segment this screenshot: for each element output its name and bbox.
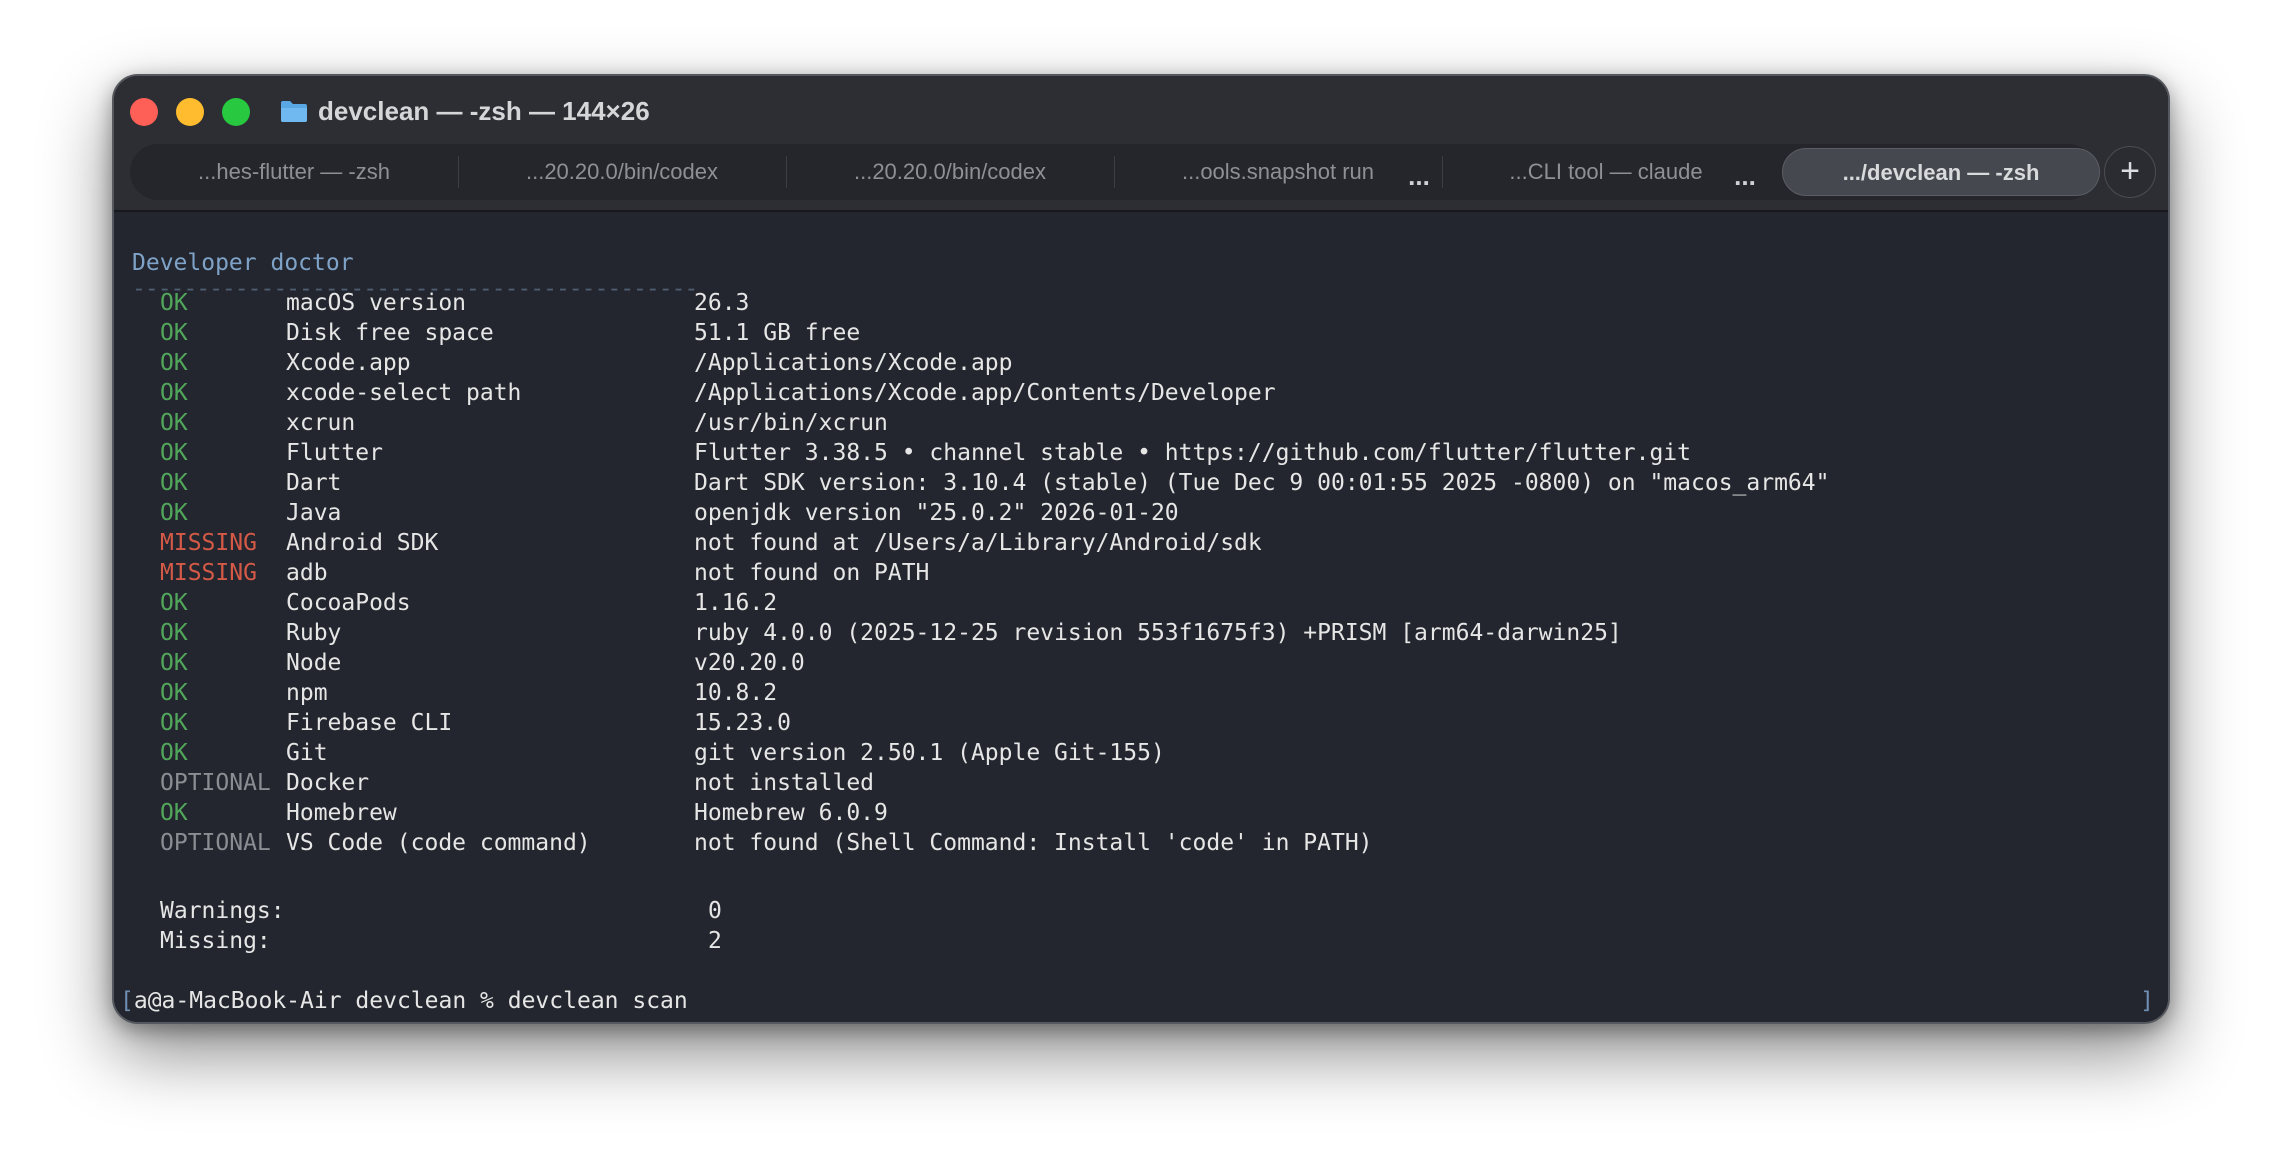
check-status: OK: [160, 350, 188, 376]
check-status: OK: [160, 650, 188, 676]
check-value: /Applications/Xcode.app: [694, 350, 1013, 376]
check-status: OK: [160, 710, 188, 736]
terminal-output[interactable]: Developer doctor -----------------------…: [114, 212, 2168, 1022]
check-status: MISSING: [160, 530, 257, 556]
check-value: not installed: [694, 770, 875, 796]
check-status: MISSING: [160, 560, 257, 586]
check-name: Ruby: [286, 620, 342, 646]
check-value: 1.16.2: [694, 590, 778, 616]
check-status: OK: [160, 470, 188, 496]
check-name: Java: [286, 500, 342, 526]
check-name: Xcode.app: [286, 350, 411, 376]
check-name: Android SDK: [286, 530, 439, 556]
tab-hes-flutter[interactable]: ...hes-flutter — -zsh: [130, 144, 458, 200]
check-status: OK: [160, 620, 188, 646]
check-status: OPTIONAL: [160, 770, 271, 796]
check-value: not found at /Users/a/Library/Android/sd…: [694, 530, 1262, 556]
check-value: /usr/bin/xcrun: [694, 410, 888, 436]
check-name: Disk free space: [286, 320, 494, 346]
check-name: Firebase CLI: [286, 710, 453, 736]
check-value: /Applications/Xcode.app/Contents/Develop…: [694, 380, 1276, 406]
prompt-command: a@a-MacBook-Air devclean % devclean scan: [133, 988, 688, 1014]
check-status: OK: [160, 590, 188, 616]
minimize-button[interactable]: [176, 98, 204, 126]
check-name: Docker: [286, 770, 370, 796]
shell-prompt[interactable]: [a@a-MacBook-Air devclean % devclean sca…: [120, 986, 688, 1016]
close-button[interactable]: [130, 98, 158, 126]
check-value: git version 2.50.1 (Apple Git-155): [694, 740, 1165, 766]
check-status: OK: [160, 680, 188, 706]
check-value: openjdk version "25.0.2" 2026-01-20: [694, 500, 1179, 526]
check-status: OK: [160, 500, 188, 526]
tab-bar: ...hes-flutter — -zsh ...20.20.0/bin/cod…: [130, 144, 2100, 200]
prompt-bracket-left: [: [120, 988, 134, 1014]
check-value: Dart SDK version: 3.10.4 (stable) (Tue D…: [694, 470, 1830, 496]
tab-devclean-active[interactable]: .../devclean — -zsh: [1782, 148, 2100, 196]
window-title: devclean — -zsh — 144×26: [318, 96, 650, 126]
check-status: OK: [160, 290, 188, 316]
terminal-window: devclean — -zsh — 144×26 ...hes-flutter …: [112, 74, 2170, 1024]
check-value: 15.23.0: [694, 710, 791, 736]
title-bar: devclean — -zsh — 144×26 ...hes-flutter …: [114, 76, 2168, 210]
check-value: Flutter 3.38.5 • channel stable • https:…: [694, 440, 1691, 466]
missing-value: 2: [708, 928, 722, 954]
check-name: Flutter: [286, 440, 383, 466]
check-name: CocoaPods: [286, 590, 411, 616]
check-status: OK: [160, 740, 188, 766]
tab-overflow-icon[interactable]: ...: [1404, 148, 1434, 204]
check-status: OPTIONAL: [160, 830, 271, 856]
check-name: Git: [286, 740, 328, 766]
tab-claude[interactable]: ...CLI tool — claude: [1442, 144, 1770, 200]
prompt-bracket-right: ]: [2140, 988, 2154, 1014]
zoom-button[interactable]: [222, 98, 250, 126]
check-name: Dart: [286, 470, 342, 496]
check-name: VS Code (code command): [286, 830, 591, 856]
warnings-label: Warnings:: [160, 898, 285, 924]
tab-codex-1[interactable]: ...20.20.0/bin/codex: [458, 144, 786, 200]
tab-overflow-icon[interactable]: ...: [1730, 148, 1760, 204]
check-name: Homebrew: [286, 800, 397, 826]
check-value: Homebrew 6.0.9: [694, 800, 888, 826]
check-value: not found (Shell Command: Install 'code'…: [694, 830, 1373, 856]
check-name: adb: [286, 560, 328, 586]
check-value: 51.1 GB free: [694, 320, 861, 346]
warnings-value: 0: [708, 898, 722, 924]
check-name: Node: [286, 650, 342, 676]
check-value: 26.3: [694, 290, 750, 316]
check-value: not found on PATH: [694, 560, 930, 586]
new-tab-button[interactable]: +: [2104, 146, 2156, 198]
check-status: OK: [160, 800, 188, 826]
check-name: npm: [286, 680, 328, 706]
tab-snapshot-run[interactable]: ...ools.snapshot run: [1114, 144, 1442, 200]
check-value: v20.20.0: [694, 650, 805, 676]
check-status: OK: [160, 440, 188, 466]
check-status: OK: [160, 380, 188, 406]
check-value: ruby 4.0.0 (2025-12-25 revision 553f1675…: [694, 620, 1622, 646]
check-name: xcode-select path: [286, 380, 522, 406]
missing-label: Missing:: [160, 928, 271, 954]
check-status: OK: [160, 320, 188, 346]
folder-icon: [281, 101, 307, 122]
check-name: xcrun: [286, 410, 356, 436]
tab-codex-2[interactable]: ...20.20.0/bin/codex: [786, 144, 1114, 200]
check-status: OK: [160, 410, 188, 436]
check-name: macOS version: [286, 290, 467, 316]
check-value: 10.8.2: [694, 680, 778, 706]
